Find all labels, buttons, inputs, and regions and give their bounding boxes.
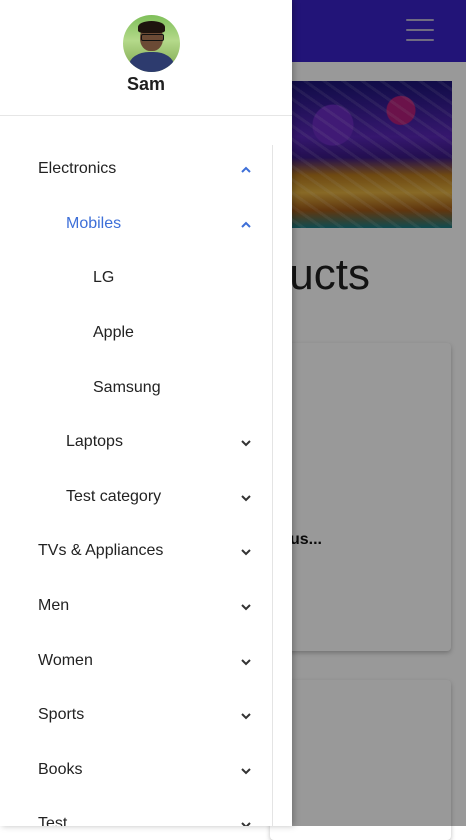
nav-item-label: Books (38, 761, 83, 778)
nav-item-label: Electronics (38, 160, 117, 177)
nav-item-label: Test (38, 815, 68, 826)
navigation-drawer: Sam Electronics Mobiles LG Apple Samsung… (0, 0, 292, 826)
nav-item-tvs-appliances[interactable]: TVs & Appliances (0, 528, 272, 576)
nav-item-label: LG (93, 269, 115, 286)
nav-item-samsung[interactable]: Samsung (0, 365, 272, 413)
nav-item-lg[interactable]: LG (0, 255, 272, 303)
nav-item-apple[interactable]: Apple (0, 310, 272, 358)
nav-item-label: Samsung (93, 379, 161, 396)
nav-item-label: TVs & Appliances (38, 542, 164, 559)
nav-item-label: Women (38, 652, 93, 669)
drawer-header: Sam (0, 0, 292, 116)
chevron-down-icon[interactable] (238, 435, 254, 451)
chevron-down-icon[interactable] (238, 763, 254, 779)
avatar[interactable] (123, 15, 180, 72)
chevron-up-icon[interactable] (238, 217, 254, 233)
chevron-up-icon[interactable] (238, 162, 254, 178)
nav-item-sports[interactable]: Sports (0, 692, 272, 740)
user-name: Sam (126, 74, 166, 94)
nav-item-mobiles[interactable]: Mobiles (0, 201, 272, 249)
chevron-down-icon[interactable] (238, 708, 254, 724)
nav-item-label: Laptops (66, 433, 123, 450)
nav-item-test-category[interactable]: Test category (0, 474, 272, 522)
nav-item-label: Mobiles (66, 215, 122, 232)
nav-item-men[interactable]: Men (0, 583, 272, 631)
nav-item-laptops[interactable]: Laptops (0, 419, 272, 467)
chevron-down-icon[interactable] (238, 817, 254, 826)
chevron-down-icon[interactable] (238, 654, 254, 670)
chevron-down-icon[interactable] (238, 544, 254, 560)
nav-item-label: Men (38, 597, 70, 614)
nav-item-books[interactable]: Books (0, 747, 272, 795)
nav-item-label: Sports (38, 706, 85, 723)
nav-item-label: Test category (66, 488, 162, 505)
nav-item-women[interactable]: Women (0, 638, 272, 686)
nav-item-test[interactable]: Test (0, 801, 272, 826)
nav-item-electronics[interactable]: Electronics (0, 146, 272, 194)
chevron-down-icon[interactable] (238, 599, 254, 615)
nav-divider (272, 145, 273, 826)
nav-item-label: Apple (93, 324, 134, 341)
chevron-down-icon[interactable] (238, 490, 254, 506)
